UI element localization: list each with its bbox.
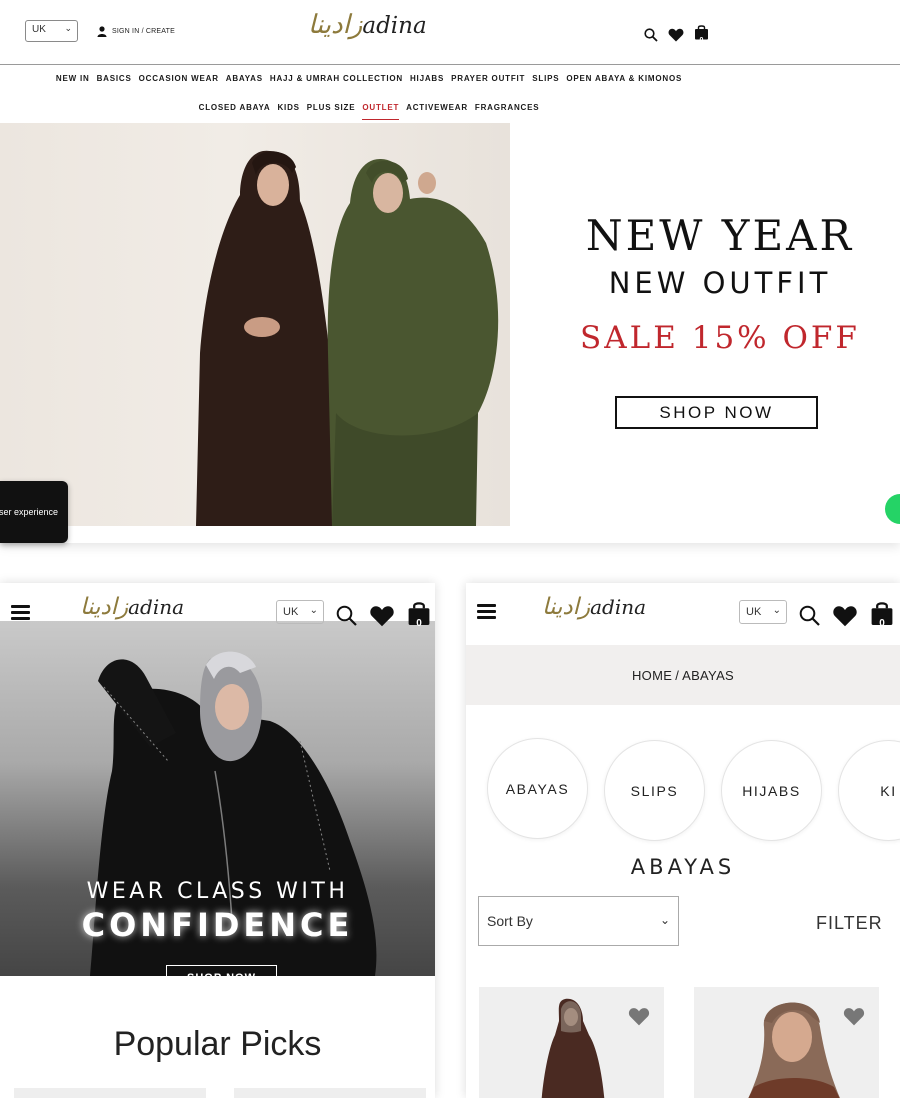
cart-button[interactable]: 0 bbox=[870, 600, 894, 631]
logo[interactable]: زادينا adina bbox=[542, 594, 646, 620]
cart-button[interactable]: 0 bbox=[694, 24, 709, 45]
hero-text: NEW YEAR NEW OUTFIT SALE 15% OFF bbox=[560, 215, 880, 354]
logo-arabic: زادينا bbox=[542, 594, 591, 620]
breadcrumb: HOME / ABAYAS bbox=[466, 645, 900, 705]
header-icons: 0 bbox=[644, 24, 709, 45]
category-circle-slips[interactable]: SLIPS bbox=[604, 740, 705, 841]
hero-shop-now-button[interactable]: SHOP NOW bbox=[615, 396, 818, 429]
cart-count: 0 bbox=[879, 618, 885, 629]
mobile-header-icons: 0 bbox=[336, 600, 431, 631]
mobile-home-view: WEAR CLASS WITH CONFIDENCE SHOP NOW زادي… bbox=[0, 583, 435, 1098]
user-icon bbox=[97, 26, 107, 37]
chevron-down-icon: ⌄ bbox=[659, 913, 670, 927]
nav-item-open-abaya-kimonos[interactable]: OPEN ABAYA & KIMONOS bbox=[566, 74, 682, 83]
logo-latin: adina bbox=[128, 595, 185, 619]
logo[interactable]: زادينا adina bbox=[80, 594, 184, 620]
nav-item-hijabs[interactable]: HIJABS bbox=[410, 74, 444, 83]
nav-item-fragrances[interactable]: FRAGRANCES bbox=[475, 103, 539, 112]
main-nav-row-1: NEW IN BASICS OCCASION WEAR ABAYAS HAJJ … bbox=[0, 74, 819, 83]
hero-heading-line2: NEW OUTFIT bbox=[608, 266, 832, 300]
product-card[interactable] bbox=[694, 987, 879, 1098]
sign-in-label: SIGN IN / CREATE bbox=[112, 28, 175, 35]
hero-image[interactable] bbox=[0, 123, 510, 526]
menu-icon[interactable] bbox=[11, 605, 30, 620]
product-card[interactable] bbox=[479, 987, 664, 1098]
models-illustration bbox=[196, 150, 499, 526]
cookie-notice-text: user experience bbox=[0, 507, 59, 517]
logo[interactable]: زادينا adina bbox=[308, 10, 427, 40]
filter-button[interactable]: FILTER bbox=[816, 913, 883, 934]
hero-heading-line1: NEW YEAR bbox=[585, 211, 855, 260]
wishlist-heart-icon[interactable] bbox=[628, 1007, 650, 1026]
currency-select[interactable]: UK ⌄ bbox=[25, 20, 78, 42]
logo-latin: adina bbox=[590, 595, 647, 619]
product-image bbox=[541, 998, 605, 1098]
category-circle-kids[interactable]: KI bbox=[838, 740, 900, 841]
chevron-down-icon: ⌄ bbox=[309, 605, 318, 616]
search-icon[interactable] bbox=[799, 605, 820, 626]
cookie-notice[interactable]: user experience bbox=[0, 481, 68, 543]
header-divider bbox=[0, 64, 900, 65]
nav-item-closed-abaya[interactable]: CLOSED ABAYA bbox=[199, 103, 271, 112]
product-image bbox=[748, 1002, 840, 1098]
wishlist-heart-icon[interactable] bbox=[843, 1007, 865, 1026]
hero-sale-text: SALE 15% OFF bbox=[580, 320, 860, 356]
nav-item-new-in[interactable]: NEW IN bbox=[56, 74, 90, 83]
cart-count: 0 bbox=[699, 37, 704, 44]
heart-icon[interactable] bbox=[668, 28, 684, 42]
currency-value: UK bbox=[283, 606, 299, 618]
product-card[interactable] bbox=[14, 1088, 206, 1098]
sign-in-link[interactable]: SIGN IN / CREATE bbox=[97, 26, 175, 37]
mobile-hero-shop-now-button[interactable]: SHOP NOW bbox=[166, 965, 277, 976]
main-nav-row-2: CLOSED ABAYA KIDS PLUS SIZE OUTLET ACTIV… bbox=[0, 103, 819, 120]
cart-button[interactable]: 0 bbox=[407, 600, 431, 631]
sort-label: Sort By bbox=[487, 913, 533, 929]
mobile-header: زادينا adina UK ⌄ 0 bbox=[466, 583, 900, 643]
search-icon[interactable] bbox=[336, 605, 357, 626]
popular-picks-heading: Popular Picks bbox=[113, 1025, 322, 1063]
page-title: ABAYAS bbox=[630, 855, 736, 879]
sort-select[interactable]: Sort By ⌄ bbox=[478, 896, 679, 946]
breadcrumb-separator: / bbox=[675, 667, 680, 683]
currency-value: UK bbox=[32, 24, 46, 35]
nav-item-activewear[interactable]: ACTIVEWEAR bbox=[406, 103, 468, 112]
heart-icon[interactable] bbox=[832, 605, 858, 627]
nav-item-outlet[interactable]: OUTLET bbox=[362, 103, 399, 120]
nav-item-basics[interactable]: BASICS bbox=[97, 74, 132, 83]
logo-arabic: زادينا bbox=[308, 10, 363, 40]
logo-latin: adina bbox=[362, 13, 427, 39]
heart-icon[interactable] bbox=[369, 605, 395, 627]
mobile-hero-line1: WEAR CLASS WITH bbox=[86, 879, 349, 904]
menu-icon[interactable] bbox=[477, 604, 496, 619]
currency-value: UK bbox=[746, 606, 762, 618]
category-circle-hijabs[interactable]: HIJABS bbox=[721, 740, 822, 841]
mobile-abayas-view: زادينا adina UK ⌄ 0 HOME / ABAYAS ABAYAS… bbox=[466, 583, 900, 1098]
nav-item-abayas[interactable]: ABAYAS bbox=[226, 74, 263, 83]
cart-count: 0 bbox=[416, 618, 422, 629]
mobile-header: زادينا adina UK ⌄ 0 bbox=[0, 583, 435, 629]
breadcrumb-current: ABAYAS bbox=[682, 667, 735, 683]
mobile-hero-image[interactable]: WEAR CLASS WITH CONFIDENCE SHOP NOW bbox=[0, 621, 435, 976]
nav-item-plus-size[interactable]: PLUS SIZE bbox=[307, 103, 356, 112]
nav-item-hajj-umrah[interactable]: HAJJ & UMRAH COLLECTION bbox=[270, 74, 403, 83]
nav-item-prayer-outfit[interactable]: PRAYER OUTFIT bbox=[451, 74, 525, 83]
whatsapp-icon[interactable] bbox=[885, 494, 900, 524]
category-circle-abayas[interactable]: ABAYAS bbox=[487, 738, 588, 839]
desktop-view: UK ⌄ SIGN IN / CREATE زادينا adina 0 NEW… bbox=[0, 0, 900, 543]
nav-item-kids[interactable]: KIDS bbox=[277, 103, 299, 112]
logo-arabic: زادينا bbox=[80, 594, 129, 620]
mobile-header-icons: 0 bbox=[799, 600, 894, 631]
chevron-down-icon: ⌄ bbox=[64, 23, 72, 33]
chevron-down-icon: ⌄ bbox=[772, 605, 781, 616]
currency-select[interactable]: UK ⌄ bbox=[276, 600, 324, 624]
mobile-hero-line2: CONFIDENCE bbox=[81, 906, 354, 944]
product-card[interactable] bbox=[234, 1088, 426, 1098]
nav-item-slips[interactable]: SLIPS bbox=[532, 74, 559, 83]
currency-select[interactable]: UK ⌄ bbox=[739, 600, 787, 624]
search-icon[interactable] bbox=[644, 27, 658, 42]
breadcrumb-home[interactable]: HOME bbox=[632, 668, 672, 683]
nav-item-occasion-wear[interactable]: OCCASION WEAR bbox=[139, 74, 219, 83]
